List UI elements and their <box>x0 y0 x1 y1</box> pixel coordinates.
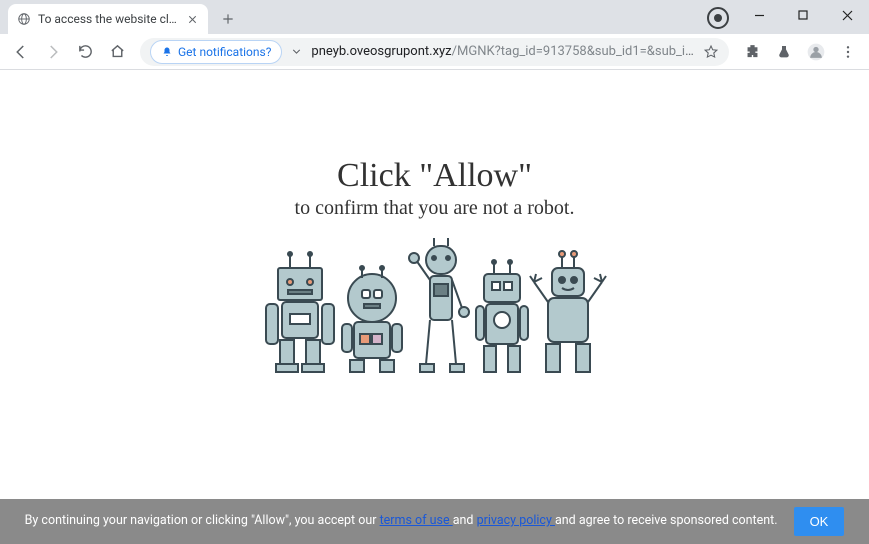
forward-button[interactable] <box>38 37 68 67</box>
profile-icon[interactable] <box>801 37 831 67</box>
terms-link[interactable]: terms of use <box>380 513 453 528</box>
new-tab-button[interactable] <box>214 5 242 33</box>
omnibox[interactable]: Get notifications? pneyb.oveosgrupont.xy… <box>140 38 729 66</box>
privacy-link[interactable]: privacy policy <box>477 513 555 528</box>
back-button[interactable] <box>6 37 36 67</box>
url-path: /MGNK?tag_id=913758&sub_id1=&sub_id2=405… <box>452 44 695 59</box>
browser-tab[interactable]: To access the website click the "A <box>8 4 208 34</box>
home-button[interactable] <box>102 37 132 67</box>
page-content: Click "Allow" to confirm that you are no… <box>0 70 869 544</box>
robots-illustration <box>260 238 610 398</box>
footer-text-post: and agree to receive sponsored content. <box>555 513 778 528</box>
media-indicator-icon[interactable] <box>707 7 729 29</box>
titlebar: To access the website click the "A <box>0 0 869 34</box>
close-tab-icon[interactable] <box>184 11 200 27</box>
close-window-button[interactable] <box>825 0 869 30</box>
extensions-icon[interactable] <box>737 37 767 67</box>
page-headline: Click "Allow" <box>337 157 532 195</box>
minimize-button[interactable] <box>737 0 781 30</box>
toolbar: Get notifications? pneyb.oveosgrupont.xy… <box>0 34 869 70</box>
page-subline: to confirm that you are not a robot. <box>295 197 575 220</box>
notification-chip-label: Get notifications? <box>178 45 271 59</box>
footer-text-mid: and <box>453 513 477 528</box>
star-icon[interactable] <box>703 44 719 60</box>
maximize-button[interactable] <box>781 0 825 30</box>
footer-message: By continuing your navigation or clickin… <box>25 512 778 530</box>
chevron-down-icon[interactable] <box>290 45 303 58</box>
ok-button[interactable]: OK <box>794 507 845 536</box>
menu-button[interactable] <box>833 37 863 67</box>
url-host: pneyb.oveosgrupont.xyz <box>311 44 451 59</box>
notification-chip[interactable]: Get notifications? <box>150 40 282 64</box>
cookie-footer: By continuing your navigation or clickin… <box>0 499 869 544</box>
footer-text-pre: By continuing your navigation or clickin… <box>25 513 380 528</box>
reload-button[interactable] <box>70 37 100 67</box>
globe-icon <box>16 11 32 27</box>
window-controls <box>737 0 869 30</box>
tab-title: To access the website click the "A <box>38 12 178 26</box>
labs-icon[interactable] <box>769 37 799 67</box>
url-text: pneyb.oveosgrupont.xyz/MGNK?tag_id=91375… <box>311 44 695 59</box>
